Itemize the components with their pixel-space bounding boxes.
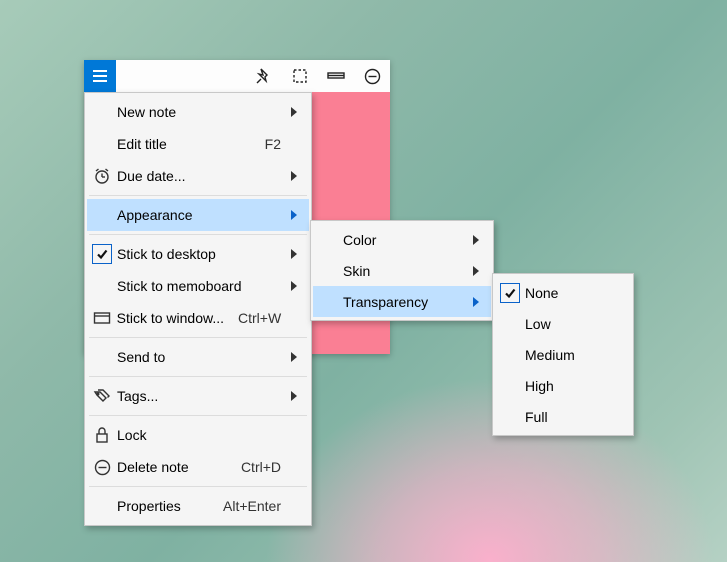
menu-item-label: Send to — [117, 349, 287, 365]
menu-item-label: Full — [525, 409, 623, 425]
note-toolbar — [84, 60, 390, 92]
menu-item-new-note[interactable]: New note — [87, 96, 309, 128]
select-area-icon — [292, 68, 308, 84]
select-area-button[interactable] — [282, 60, 318, 92]
titlebar-button[interactable] — [318, 60, 354, 92]
appearance-submenu: Color Skin Transparency — [310, 220, 494, 321]
alarm-icon — [87, 167, 117, 185]
menu-separator — [89, 376, 307, 377]
menu-item-shortcut: Ctrl+W — [238, 310, 287, 326]
menu-item-transp-full[interactable]: Full — [495, 401, 631, 432]
submenu-arrow-icon — [287, 210, 301, 220]
menu-item-label: Transparency — [343, 294, 469, 310]
submenu-arrow-icon — [287, 391, 301, 401]
menu-item-transp-none[interactable]: None — [495, 277, 631, 308]
menu-item-shortcut: Ctrl+D — [241, 459, 287, 475]
submenu-arrow-icon — [287, 107, 301, 117]
submenu-arrow-icon — [469, 235, 483, 245]
menu-item-edit-title[interactable]: Edit title F2 — [87, 128, 309, 160]
menu-item-label: Low — [525, 316, 623, 332]
menu-item-label: Stick to memoboard — [117, 278, 287, 294]
window-icon — [87, 311, 117, 325]
menu-item-delete-note[interactable]: Delete note Ctrl+D — [87, 451, 309, 483]
menu-item-transp-low[interactable]: Low — [495, 308, 631, 339]
tags-icon — [87, 388, 117, 404]
checkmark-icon — [495, 283, 525, 303]
menu-item-transp-medium[interactable]: Medium — [495, 339, 631, 370]
menu-item-transparency[interactable]: Transparency — [313, 286, 491, 317]
minimize-circle-icon — [364, 68, 381, 85]
menu-item-appearance[interactable]: Appearance — [87, 199, 309, 231]
menu-item-label: Tags... — [117, 388, 287, 404]
menu-item-label: Color — [343, 232, 469, 248]
submenu-arrow-icon — [469, 297, 483, 307]
menu-item-skin[interactable]: Skin — [313, 255, 491, 286]
menu-item-label: Delete note — [117, 459, 241, 475]
menu-item-label: High — [525, 378, 623, 394]
menu-item-label: Medium — [525, 347, 623, 363]
hamburger-menu-button[interactable] — [84, 60, 116, 92]
lock-icon — [87, 426, 117, 444]
checkmark-icon — [87, 244, 117, 264]
menu-item-label: Stick to desktop — [117, 246, 287, 262]
menu-item-label: Edit title — [117, 136, 265, 152]
menu-item-label: Stick to window... — [117, 310, 238, 326]
submenu-arrow-icon — [287, 352, 301, 362]
menu-item-send-to[interactable]: Send to — [87, 341, 309, 373]
pin-icon — [255, 67, 273, 85]
menu-separator — [89, 415, 307, 416]
menu-item-label: Properties — [117, 498, 223, 514]
menu-item-due-date[interactable]: Due date... — [87, 160, 309, 192]
menu-item-stick-window[interactable]: Stick to window... Ctrl+W — [87, 302, 309, 334]
delete-circle-icon — [87, 459, 117, 476]
pin-button[interactable] — [246, 60, 282, 92]
hamburger-icon — [92, 69, 108, 83]
menu-item-label: None — [525, 285, 623, 301]
menu-item-label: Due date... — [117, 168, 287, 184]
menu-item-label: Appearance — [117, 207, 287, 223]
menu-item-lock[interactable]: Lock — [87, 419, 309, 451]
submenu-arrow-icon — [469, 266, 483, 276]
menu-item-stick-memoboard[interactable]: Stick to memoboard — [87, 270, 309, 302]
menu-separator — [89, 195, 307, 196]
menu-separator — [89, 337, 307, 338]
menu-item-label: New note — [117, 104, 287, 120]
menu-item-color[interactable]: Color — [313, 224, 491, 255]
menu-item-shortcut: Alt+Enter — [223, 498, 287, 514]
menu-item-label: Skin — [343, 263, 469, 279]
toolbar-spacer — [116, 60, 246, 92]
submenu-arrow-icon — [287, 171, 301, 181]
transparency-submenu: None Low Medium High Full — [492, 273, 634, 436]
menu-item-stick-desktop[interactable]: Stick to desktop — [87, 238, 309, 270]
menu-item-transp-high[interactable]: High — [495, 370, 631, 401]
menu-item-shortcut: F2 — [265, 136, 287, 152]
submenu-arrow-icon — [287, 281, 301, 291]
submenu-arrow-icon — [287, 249, 301, 259]
menu-separator — [89, 234, 307, 235]
menu-separator — [89, 486, 307, 487]
titlebar-icon — [327, 70, 345, 82]
main-context-menu: New note Edit title F2 Due date... Appea… — [84, 92, 312, 526]
menu-item-properties[interactable]: Properties Alt+Enter — [87, 490, 309, 522]
menu-item-tags[interactable]: Tags... — [87, 380, 309, 412]
menu-item-label: Lock — [117, 427, 287, 443]
minimize-button[interactable] — [354, 60, 390, 92]
